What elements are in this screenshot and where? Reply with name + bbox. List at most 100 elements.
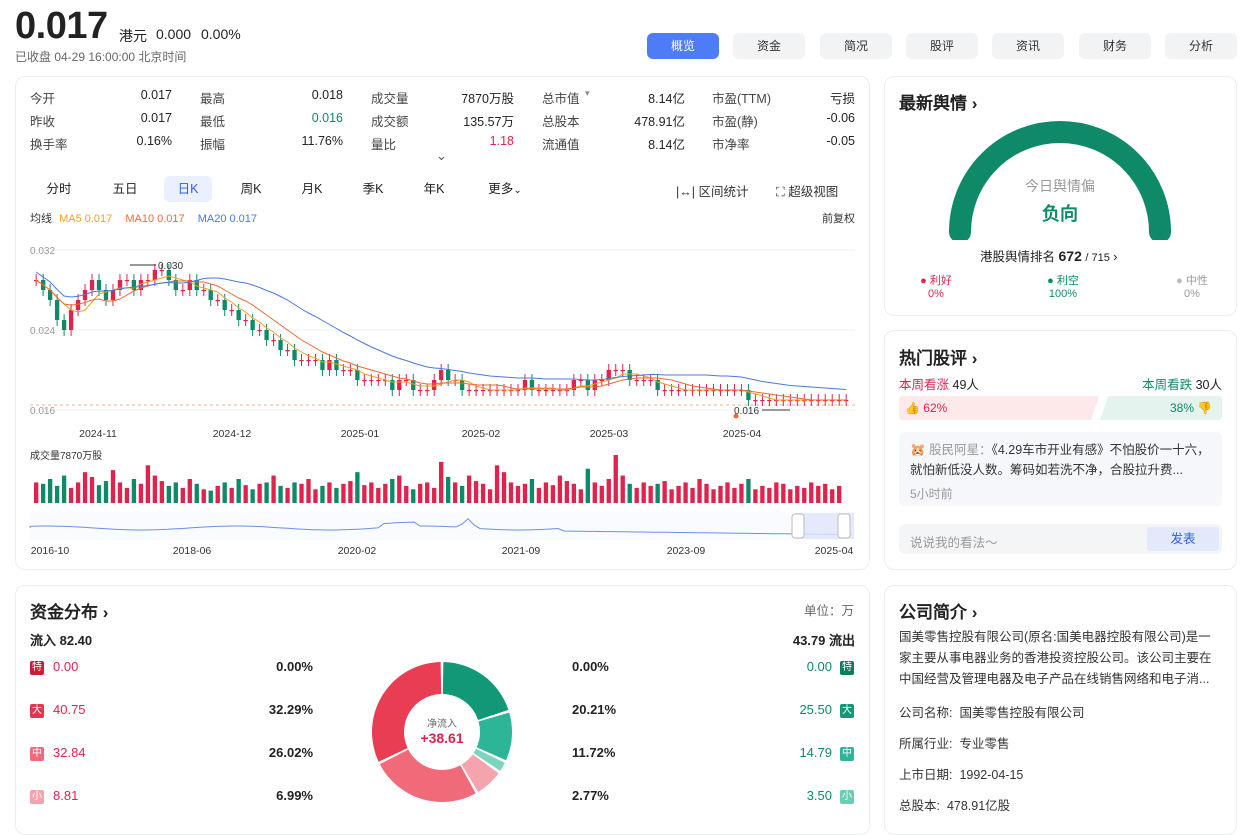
volume-bar <box>641 482 646 503</box>
volume-bar <box>536 487 542 503</box>
volume-bar <box>487 489 493 503</box>
submit-comment-button[interactable]: 发表 <box>1147 527 1219 551</box>
overview-tick-label: 2018-06 <box>173 545 212 557</box>
sentiment-title[interactable]: 最新舆情 › <box>899 89 977 114</box>
volume-bar <box>767 487 772 503</box>
outflow-value: 25.50 <box>799 702 832 717</box>
outflow-pct: 2.77% <box>572 788 609 803</box>
bear-pct-value: 38% <box>1170 401 1195 415</box>
thumb-down-icon: 👎 <box>1197 401 1213 415</box>
volume-bar <box>795 485 800 503</box>
candle-body <box>550 390 556 392</box>
volume-bar <box>362 485 367 503</box>
candle-body <box>236 310 241 320</box>
inflow-badge: 特 <box>30 659 44 675</box>
volume-bar <box>103 481 109 503</box>
volume-bar <box>75 482 81 503</box>
candle-body <box>376 380 381 382</box>
bull-pct-value: 62% <box>923 401 948 415</box>
volume-bar <box>830 489 835 503</box>
candle-body <box>250 320 255 330</box>
rank-label: 港股舆情排名 <box>980 250 1056 264</box>
volume-bar <box>571 483 577 503</box>
candle-body <box>767 400 772 402</box>
comment-author: 股民阿星： <box>929 443 992 457</box>
donut-slice <box>379 749 476 802</box>
candle-body <box>676 390 681 392</box>
volume-bar <box>425 482 430 503</box>
volume-bar <box>61 475 67 503</box>
volume-bar <box>404 485 409 503</box>
volume-bar <box>180 487 185 503</box>
volume-bar <box>201 489 206 503</box>
comments-title[interactable]: 热门股评 › <box>899 344 977 369</box>
candle-body <box>355 370 360 380</box>
volume-bar <box>739 483 744 503</box>
outflow-badge: 中 <box>840 745 854 761</box>
overview-tick-label: 2016-10 <box>31 545 70 557</box>
volume-bar <box>327 482 332 503</box>
volume-bar <box>194 483 199 503</box>
volume-bar <box>774 482 779 503</box>
volume-bar <box>138 483 144 503</box>
order-size-badge: 特 <box>30 660 44 675</box>
volume-bar <box>383 483 388 503</box>
volume-bar <box>711 489 716 503</box>
volume-bar <box>508 482 514 503</box>
last-price-dot <box>733 413 739 419</box>
volume-bar <box>82 472 88 503</box>
candle-body <box>445 370 451 380</box>
volume-bar <box>411 489 416 503</box>
sentiment-rank[interactable]: 港股舆情排名 672 / 715 › <box>980 246 1117 265</box>
volume-bar <box>676 485 681 503</box>
volume-bar <box>215 485 220 503</box>
volume-bar <box>173 482 178 503</box>
order-size-badge: 中 <box>30 746 44 761</box>
bull-label: 本周看涨 <box>899 378 950 392</box>
volume-bar <box>480 483 486 503</box>
outflow-badge: 大 <box>840 702 854 718</box>
candle-body <box>439 370 444 380</box>
volume-bar <box>557 475 563 503</box>
overview-tick-label: 2023-09 <box>667 545 706 557</box>
candle-body <box>243 320 248 322</box>
volume-bar <box>662 481 667 503</box>
volume-bar <box>285 487 290 503</box>
volume-bar <box>697 479 702 503</box>
volume-bar <box>809 482 814 503</box>
inflow-pct: 26.02% <box>268 745 313 760</box>
candle-body <box>299 360 304 362</box>
volume-bar <box>306 479 311 503</box>
volume-bar <box>473 481 479 503</box>
company-title[interactable]: 公司简介 › <box>899 598 977 623</box>
capital-title[interactable]: 资金分布 › <box>30 598 108 623</box>
sentiment-good: ● 利好 0% <box>920 275 952 300</box>
high-marker-label: 0.030 <box>158 261 183 272</box>
candle-body <box>264 330 269 340</box>
candle-body <box>585 380 590 390</box>
capital-title-text: 资金分布 <box>30 603 98 622</box>
volume-bar <box>89 476 95 503</box>
volume-bar <box>564 481 570 503</box>
candle-body <box>229 310 234 312</box>
industry-row: 所属行业: 专业零售 <box>899 733 1009 752</box>
outflow-badge: 特 <box>840 659 854 675</box>
order-size-badge: 大 <box>30 703 44 718</box>
volume-bar <box>187 479 192 503</box>
bull-value: 49人 <box>952 378 979 392</box>
volume-bar <box>166 485 172 503</box>
inflow-badge: 大 <box>30 702 44 718</box>
rank-total: / 715 <box>1085 252 1110 264</box>
comments-title-text: 热门股评 <box>899 349 967 368</box>
candle-body <box>334 360 339 370</box>
volume-bar <box>669 489 674 503</box>
order-size-badge: 大 <box>840 703 854 718</box>
order-size-badge: 中 <box>840 746 854 761</box>
outflow-pct: 11.72% <box>572 745 616 760</box>
volume-bar <box>599 485 604 503</box>
candle-body <box>599 380 604 382</box>
candle-body <box>536 390 542 392</box>
volume-bar <box>390 479 395 503</box>
volume-bar <box>117 482 123 503</box>
volume-bar <box>299 483 304 503</box>
